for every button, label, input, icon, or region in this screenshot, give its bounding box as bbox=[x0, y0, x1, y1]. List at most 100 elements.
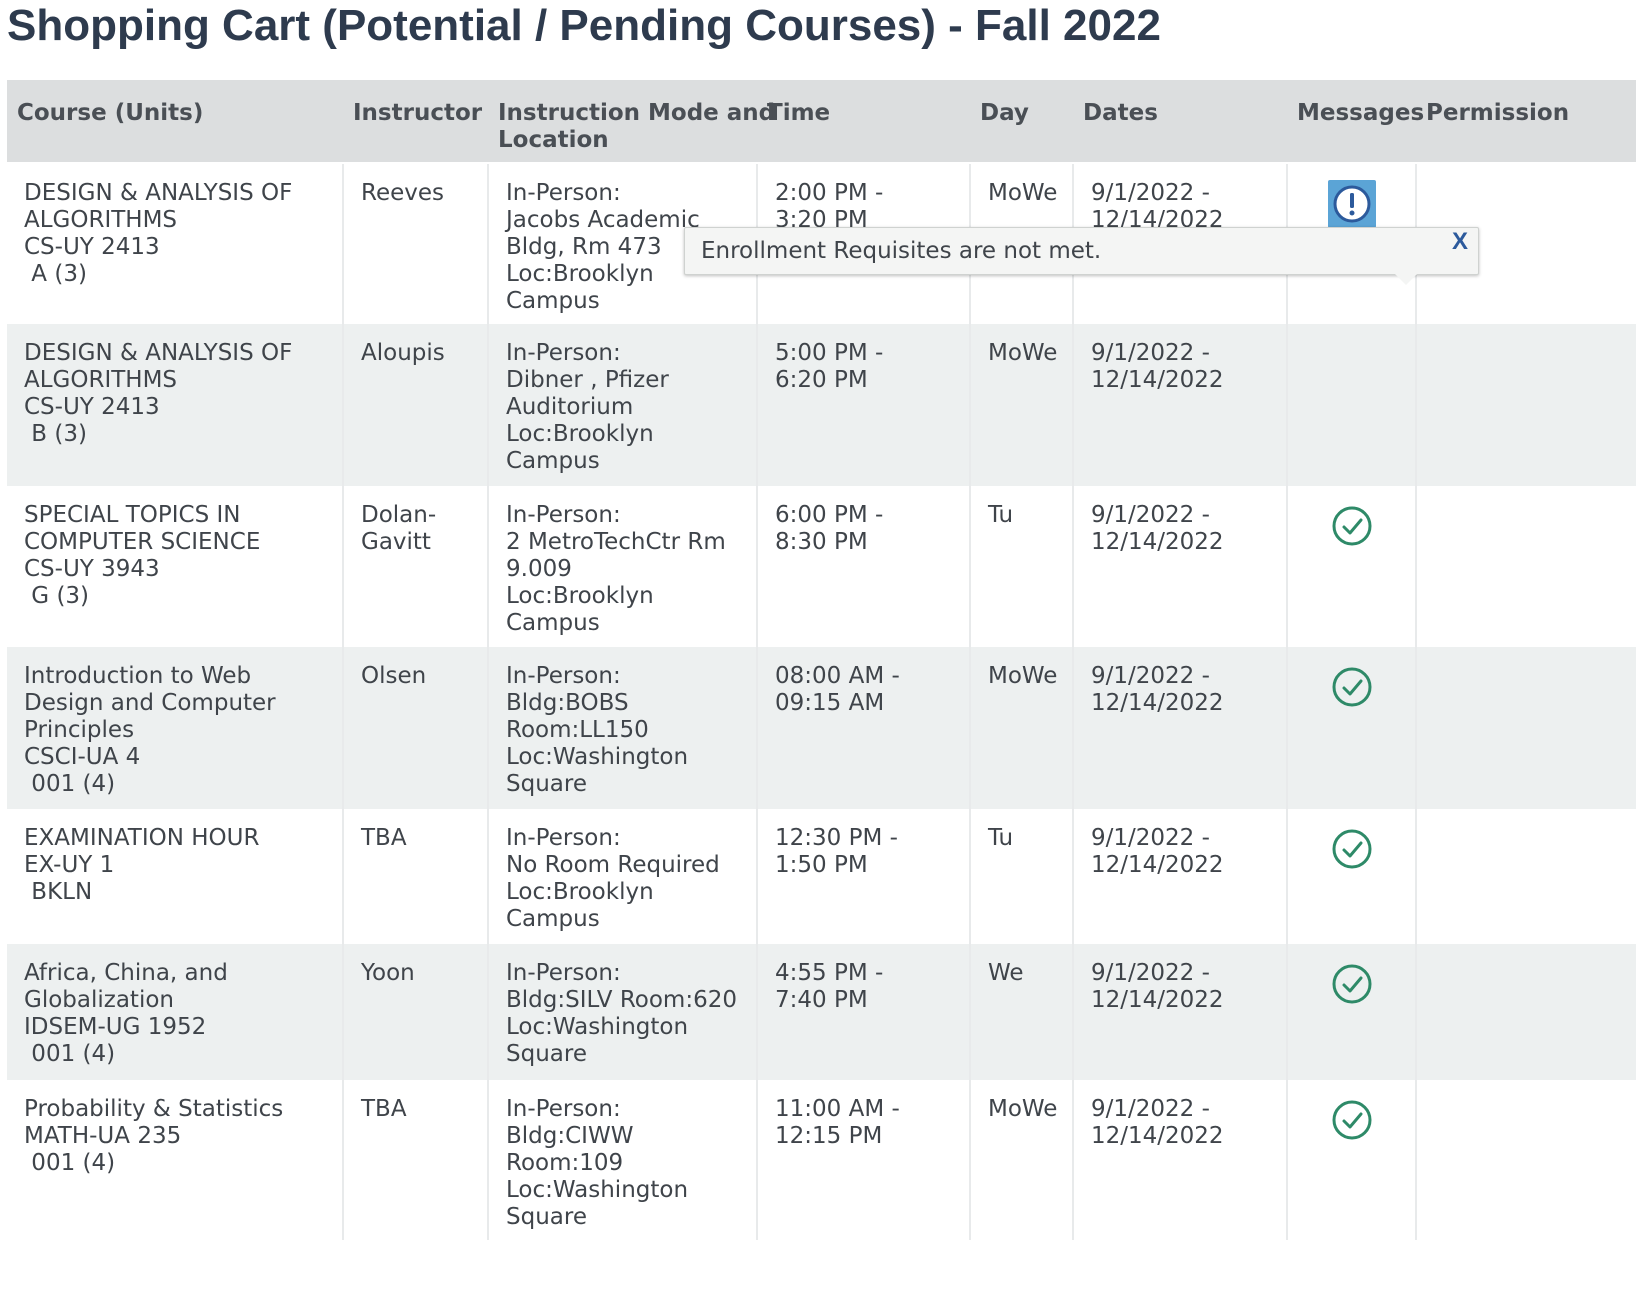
location-cell: In-Person: Bldg:BOBS Room:LL150 Loc:Washing… bbox=[488, 647, 758, 809]
table-row: SPECIAL TOPICS IN COMPUTER SCIENCE CS-UY 3… bbox=[7, 486, 1636, 647]
time-line: 12:15 PM bbox=[775, 1123, 883, 1149]
check-circle-icon[interactable] bbox=[1331, 1099, 1373, 1141]
course-code: CS-UY 2413 bbox=[24, 234, 160, 260]
course-title-line: COMPUTER SCIENCE bbox=[24, 529, 261, 555]
course-cell: SPECIAL TOPICS IN COMPUTER SCIENCE CS-UY 3… bbox=[7, 486, 344, 647]
permission-cell bbox=[1416, 809, 1636, 944]
table-row: Probability & Statistics MATH-UA 235 001 … bbox=[7, 1080, 1636, 1240]
location-line: In-Person: bbox=[506, 1096, 621, 1122]
location-line: Auditorium bbox=[506, 394, 634, 420]
table-row: Africa, China, and Globalization IDSEM-UG … bbox=[7, 944, 1636, 1080]
check-circle-icon[interactable] bbox=[1331, 666, 1373, 708]
time-line: 2:00 PM - bbox=[775, 180, 884, 206]
warning-message-button[interactable] bbox=[1327, 180, 1376, 228]
course-cell: DESIGN & ANALYSIS OF ALGORITHMS CS-UY 2413… bbox=[7, 324, 344, 486]
location-cell: In-Person: No Room Required Loc:Brooklyn Ca… bbox=[488, 809, 758, 944]
instructor-line: TBA bbox=[361, 825, 407, 851]
time-cell: 08:00 AM -09:15 AM bbox=[757, 647, 971, 809]
dates-cell: 9/1/2022 -12/14/2022 bbox=[1073, 324, 1288, 486]
dates-line: 9/1/2022 - bbox=[1091, 1096, 1210, 1122]
course-title-line: Globalization bbox=[24, 987, 174, 1013]
time-line: 5:00 PM - bbox=[775, 340, 884, 366]
messages-cell bbox=[1287, 1080, 1417, 1240]
location-line: 2 MetroTechCtr Rm bbox=[506, 529, 726, 555]
instructor-line: Reeves bbox=[361, 180, 444, 206]
dates-cell: 9/1/2022 -12/14/2022 bbox=[1073, 1080, 1288, 1240]
instructor-cell: Yoon bbox=[343, 944, 489, 1080]
instructor-line: Aloupis bbox=[361, 340, 445, 366]
time-cell: 12:30 PM -1:50 PM bbox=[757, 809, 971, 944]
instructor-cell: TBA bbox=[343, 1080, 489, 1240]
header-day: Day bbox=[970, 80, 1073, 164]
page-title: Shopping Cart (Potential / Pending Cours… bbox=[7, 1, 1161, 50]
time-cell: 4:55 PM -7:40 PM bbox=[757, 944, 971, 1080]
location-cell: In-Person: Dibner , Pfizer Auditorium Loc:B… bbox=[488, 324, 758, 486]
course-cell: DESIGN & ANALYSIS OF ALGORITHMS CS-UY 2413… bbox=[7, 163, 344, 324]
course-title-line: DESIGN & ANALYSIS OF bbox=[24, 180, 293, 206]
instructor-cell: Olsen bbox=[343, 647, 489, 809]
course-title-line: ALGORITHMS bbox=[24, 367, 178, 393]
dates-line: 9/1/2022 - bbox=[1091, 340, 1210, 366]
day-cell: MoWe bbox=[970, 324, 1074, 486]
dates-cell: 9/1/2022 -12/14/2022 bbox=[1073, 647, 1288, 809]
time-line: 8:30 PM bbox=[775, 529, 868, 555]
check-circle-icon[interactable] bbox=[1331, 828, 1373, 870]
dates-line: 12/14/2022 bbox=[1091, 1123, 1224, 1149]
dates-cell: 9/1/2022 -12/14/2022 bbox=[1073, 809, 1288, 944]
check-circle-icon[interactable] bbox=[1331, 505, 1373, 547]
location-line: No Room Required bbox=[506, 852, 720, 878]
time-line: 7:40 PM bbox=[775, 987, 868, 1013]
dates-line: 9/1/2022 - bbox=[1091, 960, 1210, 986]
location-cell: In-Person: 2 MetroTechCtr Rm 9.009 Loc:Broo… bbox=[488, 486, 758, 647]
location-line: Dibner , Pfizer bbox=[506, 367, 669, 393]
table-row: DESIGN & ANALYSIS OF ALGORITHMS CS-UY 2413… bbox=[7, 324, 1636, 486]
location-line: Loc:Brooklyn bbox=[506, 421, 654, 447]
dates-line: 12/14/2022 bbox=[1091, 852, 1224, 878]
dates-line: 9/1/2022 - bbox=[1091, 180, 1210, 206]
tooltip-close-button[interactable]: X bbox=[1452, 228, 1468, 256]
dates-line: 12/14/2022 bbox=[1091, 529, 1224, 555]
location-line: Loc:Brooklyn bbox=[506, 879, 654, 905]
instructor-line: TBA bbox=[361, 1096, 407, 1122]
course-title-line: Africa, China, and bbox=[24, 960, 228, 986]
instructor-line: Dolan- bbox=[361, 502, 437, 528]
location-line: Campus bbox=[506, 610, 600, 636]
header-dates: Dates bbox=[1073, 80, 1287, 164]
day-cell: MoWe bbox=[970, 647, 1074, 809]
course-section: A (3) bbox=[24, 261, 87, 287]
header-permission: Permission bbox=[1416, 80, 1636, 164]
header-mode-line: Instruction Mode and bbox=[498, 100, 776, 126]
header-mode-line: Location bbox=[498, 127, 609, 153]
course-cell: Africa, China, and Globalization IDSEM-UG … bbox=[7, 944, 344, 1080]
instructor-cell: Dolan- Gavitt bbox=[343, 486, 489, 647]
messages-cell bbox=[1287, 486, 1417, 647]
course-section: BKLN bbox=[24, 879, 93, 905]
dates-line: 9/1/2022 - bbox=[1091, 825, 1210, 851]
location-line: Bldg:CIWW bbox=[506, 1123, 634, 1149]
time-cell: 11:00 AM -12:15 PM bbox=[757, 1080, 971, 1240]
course-code: CS-UY 2413 bbox=[24, 394, 160, 420]
location-line: In-Person: bbox=[506, 663, 621, 689]
course-title-line: SPECIAL TOPICS IN bbox=[24, 502, 241, 528]
messages-cell bbox=[1287, 324, 1417, 486]
dates-cell: 9/1/2022 -12/14/2022 bbox=[1073, 486, 1288, 647]
course-cell: EXAMINATION HOUR EX-UY 1 BKLN bbox=[7, 809, 344, 944]
instructor-cell: TBA bbox=[343, 809, 489, 944]
course-section: B (3) bbox=[24, 421, 87, 447]
time-line: 6:20 PM bbox=[775, 367, 868, 393]
instructor-cell: Aloupis bbox=[343, 324, 489, 486]
course-section: G (3) bbox=[24, 583, 90, 609]
header-messages: Messages bbox=[1287, 80, 1424, 164]
instructor-line: Olsen bbox=[361, 663, 427, 689]
location-line: In-Person: bbox=[506, 502, 621, 528]
day-cell: MoWe bbox=[970, 1080, 1074, 1240]
location-line: Campus bbox=[506, 288, 600, 314]
course-cell: Introduction to Web Design and Computer Pr… bbox=[7, 647, 344, 809]
location-line: In-Person: bbox=[506, 825, 621, 851]
location-line: Room:109 bbox=[506, 1150, 624, 1176]
exclamation-icon bbox=[1333, 185, 1370, 223]
course-section: 001 (4) bbox=[24, 1150, 116, 1176]
location-line: Bldg:SILV Room:620 bbox=[506, 987, 737, 1013]
course-cell: Probability & Statistics MATH-UA 235 001 … bbox=[7, 1080, 344, 1240]
check-circle-icon[interactable] bbox=[1331, 963, 1373, 1005]
